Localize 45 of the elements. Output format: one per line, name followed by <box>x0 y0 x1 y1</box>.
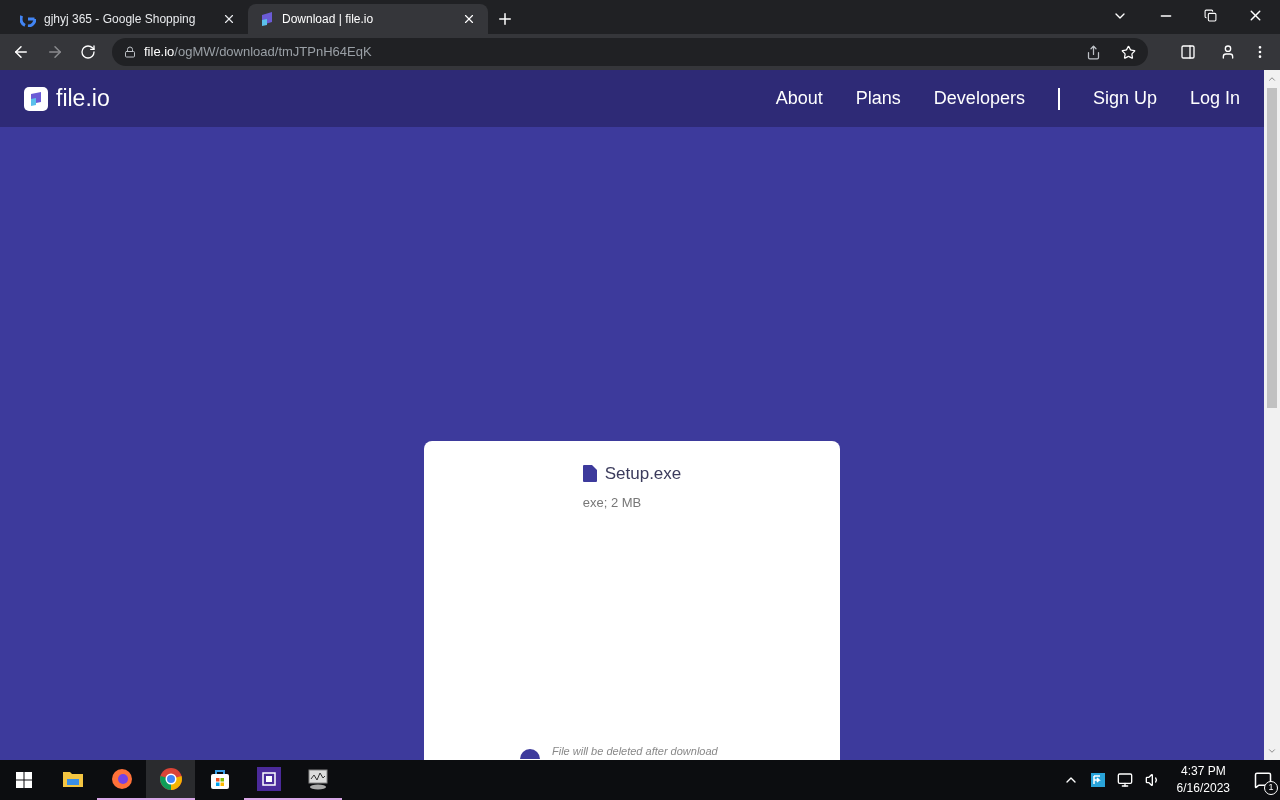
site-logo-text[interactable]: file.io <box>56 81 110 116</box>
file-logo-icon <box>260 11 274 27</box>
bookmark-star-icon[interactable] <box>1121 44 1136 60</box>
profile-icon[interactable] <box>1220 44 1236 60</box>
chip-icon <box>256 767 281 791</box>
browser-tab[interactable]: gjhyj 365 - Google Shopping <box>8 4 248 34</box>
scrollbar-thumb[interactable] <box>1267 88 1277 408</box>
site-logo-icon <box>24 86 48 111</box>
side-panel-icon[interactable] <box>1180 44 1196 60</box>
close-icon[interactable] <box>222 12 236 26</box>
performance-monitor-icon <box>305 768 330 790</box>
forward-icon[interactable] <box>46 43 64 61</box>
nav-link[interactable]: About <box>775 85 823 112</box>
windows-logo-icon <box>16 772 32 788</box>
address-bar[interactable]: file.io/ogMW/download/tmJTPnH64EqK <box>112 38 1148 66</box>
nav-link[interactable]: Sign Up <box>1092 85 1157 112</box>
browser-tab[interactable]: Download | file.io <box>248 4 488 34</box>
nav-link[interactable]: Plans <box>855 85 901 112</box>
taskbar-app[interactable] <box>146 760 195 800</box>
store-bag-icon <box>208 768 231 790</box>
network-icon[interactable] <box>1116 772 1133 788</box>
folder-icon <box>61 769 84 789</box>
notification-count: 1 <box>1264 781 1278 795</box>
file-info: exe; 2 MB <box>582 493 642 512</box>
close-icon[interactable] <box>462 12 476 26</box>
nav-link[interactable]: Log In <box>1189 85 1240 112</box>
chrome-icon <box>158 767 183 791</box>
tab-title: gjhyj 365 - Google Shopping <box>44 11 197 28</box>
nav-link[interactable]: Developers <box>933 85 1025 112</box>
clock-date[interactable]: 6/16/2023 <box>1176 780 1230 797</box>
url-path: /ogMW/download/tmJTPnH64EqK <box>174 43 372 62</box>
tab-title: Download | file.io <box>282 11 375 28</box>
notifications-icon[interactable] <box>1254 771 1272 789</box>
tray-app-icon[interactable] <box>1090 773 1105 787</box>
clock-time[interactable]: 4:37 PM <box>1180 763 1226 780</box>
back-icon[interactable] <box>12 43 30 61</box>
lock-icon <box>124 46 136 58</box>
delete-notice: File will be deleted after download <box>552 743 718 759</box>
reload-icon[interactable] <box>80 44 96 60</box>
new-tab-icon[interactable] <box>496 10 514 28</box>
file-icon <box>582 465 597 483</box>
restore-icon[interactable] <box>1204 9 1217 22</box>
url-host: file.io <box>144 43 175 62</box>
share-icon[interactable] <box>1086 44 1101 60</box>
file-name: Setup.exe <box>604 463 682 485</box>
